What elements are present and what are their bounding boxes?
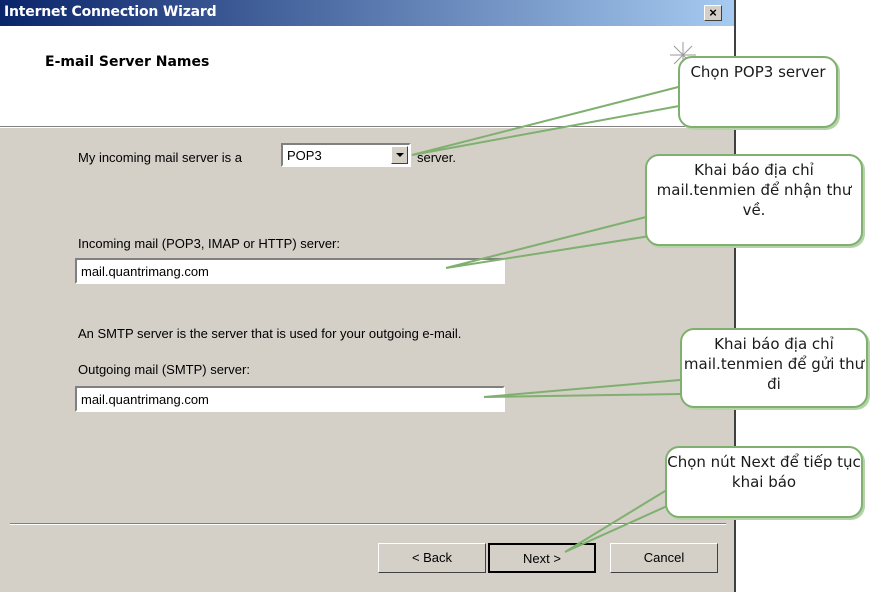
callout-incoming: Khai báo địa chỉ mail.tenmien để nhận th… bbox=[645, 154, 863, 246]
arrow-incoming bbox=[445, 215, 651, 269]
arrow-next bbox=[564, 487, 677, 553]
callout-outgoing: Khai báo địa chỉ mail.tenmien để gửi thư… bbox=[680, 328, 868, 408]
callout-pop3: Chọn POP3 server bbox=[678, 56, 838, 128]
arrow-pop3 bbox=[411, 83, 691, 156]
callout-next: Chọn nút Next để tiếp tục khai báo bbox=[665, 446, 863, 518]
arrow-outgoing bbox=[483, 379, 681, 398]
